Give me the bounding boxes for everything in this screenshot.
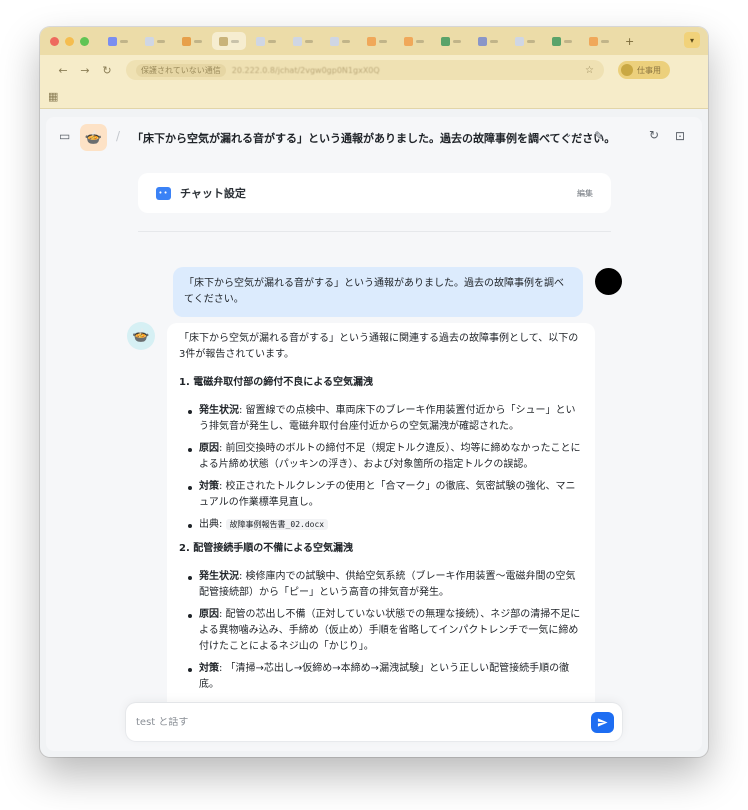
message-composer bbox=[126, 703, 622, 741]
chevron-down-icon[interactable]: ⌄ bbox=[564, 129, 572, 140]
bookmarks-bar: ▦ bbox=[40, 85, 708, 109]
list-item: 原因: 配管の芯出し不備（正対していない状態での無理な接続）、ネジ部の清掃不足に… bbox=[188, 607, 583, 655]
browser-tab[interactable] bbox=[545, 32, 579, 50]
send-icon bbox=[597, 717, 608, 727]
browser-tab[interactable] bbox=[138, 32, 172, 50]
browser-tab[interactable] bbox=[175, 32, 209, 50]
list-item: 出典: 故障事例報告書_02.docx bbox=[188, 517, 583, 533]
send-button[interactable] bbox=[591, 711, 614, 733]
settings-edit-button[interactable]: 編集 bbox=[577, 188, 593, 199]
star-icon[interactable]: ☆ bbox=[585, 65, 594, 76]
case-details: 発生状況: 検修庫内での試験中、供給空気系統（ブレーキ作用装置〜電磁弁間の空気配… bbox=[179, 569, 583, 693]
case-heading: 2. 配管接続手順の不備による空気漏洩 bbox=[179, 543, 353, 554]
browser-tab[interactable] bbox=[249, 32, 283, 50]
reload-icon[interactable]: ↻ bbox=[96, 64, 118, 77]
refresh-icon[interactable]: ↻ bbox=[649, 128, 659, 142]
page-title[interactable]: 「床下から空気が漏れる音がする」という通報がありました。過去の故障事例を調べてく… bbox=[132, 130, 615, 146]
sidebar-toggle-icon[interactable]: ▭ bbox=[59, 129, 70, 143]
new-chat-icon[interactable]: ⊡ bbox=[675, 129, 685, 143]
back-arrow-icon[interactable]: ← bbox=[52, 64, 74, 77]
browser-tab[interactable] bbox=[397, 32, 431, 50]
browser-tab[interactable] bbox=[508, 32, 542, 50]
new-tab-icon[interactable]: + bbox=[625, 35, 634, 48]
security-label[interactable]: 保護されていない通信 bbox=[136, 63, 226, 77]
chat-settings-card[interactable]: •• チャット設定 編集 bbox=[138, 173, 611, 213]
chat-bubble-icon: •• bbox=[156, 186, 171, 200]
tab-strip: + ▾ bbox=[40, 27, 708, 55]
browser-toolbar: ← → ↻ 保護されていない通信 20.222.0.8/jchat/2vgw0g… bbox=[40, 55, 708, 85]
message-input[interactable] bbox=[136, 716, 591, 728]
profile-avatar bbox=[621, 64, 633, 76]
source-file: 故障事例報告書_02.docx bbox=[225, 519, 329, 530]
list-item: 対策: 「清掃→芯出し→仮締め→本締め→漏洩試験」という正しい配管接続手順の徹底… bbox=[188, 661, 583, 693]
user-message: 「床下から空気が漏れる音がする」という通報がありました。過去の故障事例を調べてく… bbox=[173, 267, 583, 317]
browser-tab[interactable] bbox=[286, 32, 320, 50]
user-avatar bbox=[595, 268, 622, 295]
close-window-button[interactable] bbox=[50, 36, 59, 46]
minimize-window-button[interactable] bbox=[65, 36, 74, 46]
url-text: 20.222.0.8/jchat/2vgw0gp0N1gxX0Q bbox=[231, 65, 380, 75]
browser-tab[interactable] bbox=[471, 32, 505, 50]
bot-avatar: 🍲 bbox=[127, 322, 155, 350]
browser-tab[interactable] bbox=[582, 32, 616, 50]
breadcrumb-separator: / bbox=[116, 129, 121, 143]
chat-app: ▭ 🍲 / 「床下から空気が漏れる音がする」という通報がありました。過去の故障事… bbox=[46, 117, 702, 751]
chat-header: ▭ 🍲 / 「床下から空気が漏れる音がする」という通報がありました。過去の故障事… bbox=[46, 117, 702, 157]
list-item: 発生状況: 検修庫内での試験中、供給空気系統（ブレーキ作用装置〜電磁弁間の空気配… bbox=[188, 569, 583, 601]
list-item: 発生状況: 留置線での点検中、車両床下のブレーキ作用装置付近から「シュー」という… bbox=[188, 403, 583, 435]
browser-tab[interactable] bbox=[360, 32, 394, 50]
window-controls bbox=[50, 36, 89, 46]
case-heading: 1. 電磁弁取付部の締付不良による空気漏洩 bbox=[179, 377, 373, 388]
browser-tab-active[interactable] bbox=[212, 32, 246, 50]
forward-arrow-icon[interactable]: → bbox=[74, 64, 96, 77]
chevron-down-icon[interactable]: ▾ bbox=[684, 32, 700, 48]
settings-title: チャット設定 bbox=[180, 187, 246, 200]
list-item: 原因: 前回交換時のボルトの締付不足（規定トルク違反）、均等に締めなかったことに… bbox=[188, 441, 583, 473]
edit-icon[interactable]: ✎ bbox=[594, 129, 604, 143]
browser-tabs: + bbox=[101, 32, 634, 50]
maximize-window-button[interactable] bbox=[80, 36, 89, 46]
answer-intro: 「床下から空気が漏れる音がする」という通報に関連する過去の故障事例として、以下の… bbox=[179, 333, 579, 360]
browser-tab[interactable] bbox=[101, 32, 135, 50]
bot-avatar-header[interactable]: 🍲 bbox=[80, 124, 107, 151]
case-details: 発生状況: 留置線での点検中、車両床下のブレーキ作用装置付近から「シュー」という… bbox=[179, 403, 583, 533]
profile-button[interactable]: 仕事用 bbox=[618, 61, 670, 79]
browser-tab[interactable] bbox=[434, 32, 468, 50]
apps-grid-icon[interactable]: ▦ bbox=[48, 90, 58, 103]
assistant-message: 「床下から空気が漏れる音がする」という通報に関連する過去の故障事例として、以下の… bbox=[167, 323, 595, 723]
list-item: 対策: 校正されたトルクレンチの使用と「合マーク」の徹底、気密試験の強化、マニュ… bbox=[188, 479, 583, 511]
divider bbox=[138, 231, 611, 232]
browser-tab[interactable] bbox=[323, 32, 357, 50]
browser-window: + ▾ ← → ↻ 保護されていない通信 20.222.0.8/jchat/2v… bbox=[40, 27, 708, 757]
address-bar[interactable]: 保護されていない通信 20.222.0.8/jchat/2vgw0gp0N1gx… bbox=[126, 60, 604, 80]
profile-label: 仕事用 bbox=[637, 65, 661, 75]
